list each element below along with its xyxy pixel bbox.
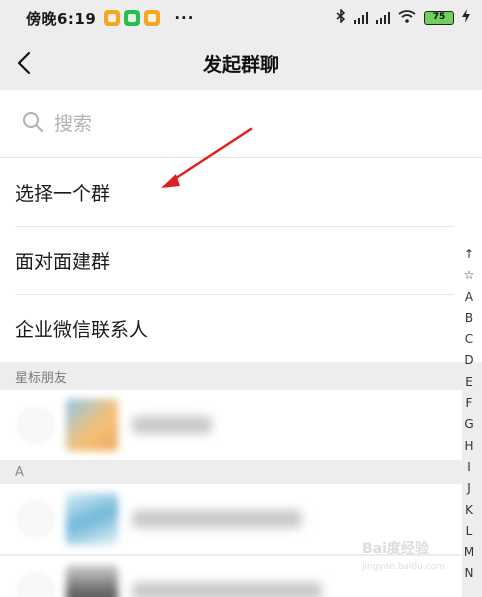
index-letter[interactable]: N xyxy=(465,563,474,584)
avatar xyxy=(66,399,118,451)
index-letter[interactable]: L xyxy=(466,521,473,542)
index-letter[interactable]: A xyxy=(465,287,473,308)
status-bar: 傍晚6:19 ··· 75 xyxy=(0,0,482,36)
index-letter[interactable]: G xyxy=(464,414,473,435)
index-letter[interactable]: J xyxy=(467,478,471,499)
index-letter[interactable]: C xyxy=(465,329,473,350)
index-letter[interactable]: H xyxy=(464,436,473,457)
contact-name-blurred xyxy=(132,416,212,434)
select-checkbox[interactable] xyxy=(18,501,54,537)
section-header-starred: 星标朋友 xyxy=(0,362,462,390)
baidu-jingyan-watermark: Bai度经验 jingyan.baidu.com xyxy=(362,540,458,586)
select-checkbox[interactable] xyxy=(18,407,54,443)
cell-signal-icon xyxy=(354,12,368,24)
index-letter[interactable]: ☆ xyxy=(464,265,475,286)
app-notification-icon xyxy=(104,10,121,26)
chevron-left-icon xyxy=(17,51,31,75)
section-label: A xyxy=(15,464,24,480)
watermark-text: Bai度经验 xyxy=(362,541,429,557)
back-button[interactable] xyxy=(10,48,38,78)
avatar xyxy=(66,493,118,545)
charging-icon xyxy=(462,9,470,27)
contact-name-blurred xyxy=(132,510,302,528)
index-letter[interactable]: D xyxy=(464,350,473,371)
bluetooth-icon xyxy=(336,8,346,27)
section-label: 星标朋友 xyxy=(15,370,68,386)
status-time: 傍晚6:19 xyxy=(26,9,97,28)
row-label: 面对面建群 xyxy=(15,250,111,273)
search-icon xyxy=(22,111,44,137)
status-indicators: 75 xyxy=(336,8,470,27)
contact-row[interactable] xyxy=(0,390,462,460)
avatar xyxy=(66,565,118,597)
index-letter[interactable]: F xyxy=(466,393,473,414)
index-letter[interactable]: ↑ xyxy=(464,244,474,265)
wechat-notification-icon xyxy=(124,10,141,26)
alphabet-index[interactable]: ↑ ☆ A B C D E F G H I J K L M N xyxy=(458,244,480,585)
page-title: 发起群聊 xyxy=(202,53,279,76)
row-label: 企业微信联系人 xyxy=(15,318,149,341)
index-letter[interactable]: K xyxy=(465,500,473,521)
search-bar[interactable] xyxy=(0,90,482,158)
index-letter[interactable]: E xyxy=(465,372,473,393)
select-checkbox[interactable] xyxy=(18,573,54,597)
enterprise-wechat-contacts-row[interactable]: 企业微信联系人 xyxy=(0,294,482,362)
more-notifications-icon: ··· xyxy=(174,9,195,27)
cell-signal-hd-icon xyxy=(376,12,390,24)
face-to-face-group-row[interactable]: 面对面建群 xyxy=(0,226,482,294)
navigation-header: 发起群聊 xyxy=(0,36,482,90)
watermark-subtext: jingyan.baidu.com xyxy=(362,562,446,572)
wifi-icon xyxy=(398,9,416,27)
contact-name-blurred xyxy=(132,582,322,597)
row-label: 选择一个群 xyxy=(15,182,111,205)
app-notification-icon xyxy=(144,10,161,26)
section-header-a: A xyxy=(0,460,462,484)
index-letter[interactable]: I xyxy=(467,457,471,478)
battery-icon: 75 xyxy=(424,11,454,25)
search-input[interactable] xyxy=(54,112,434,135)
select-group-row[interactable]: 选择一个群 xyxy=(0,158,482,226)
index-letter[interactable]: M xyxy=(464,542,474,563)
index-letter[interactable]: B xyxy=(465,308,473,329)
notification-icons xyxy=(104,10,161,26)
group-chat-options: 选择一个群 面对面建群 企业微信联系人 xyxy=(0,158,482,362)
